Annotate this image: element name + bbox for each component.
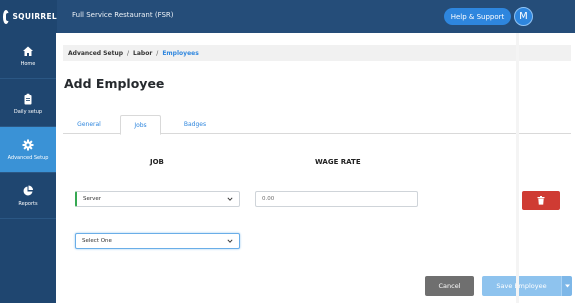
caret-down-icon — [564, 284, 570, 288]
breadcrumb-labor[interactable]: Labor — [133, 50, 152, 57]
brand-logo[interactable]: SQUIRREL — [0, 0, 57, 33]
wage-rate-column-header: WAGE RATE — [315, 158, 361, 166]
new-job-select[interactable]: Select One — [75, 233, 240, 249]
pie-chart-icon — [23, 185, 33, 195]
job-select[interactable]: Server — [75, 191, 240, 207]
tab-badges[interactable]: Badges — [175, 115, 215, 134]
cancel-button[interactable]: Cancel — [425, 276, 474, 296]
new-job-select-value: Select One — [82, 238, 112, 244]
chevron-down-icon — [227, 239, 233, 243]
save-employee-button[interactable]: Save Employee — [482, 276, 561, 296]
breadcrumb-advanced-setup[interactable]: Advanced Setup — [68, 50, 123, 57]
clipboard-icon — [24, 93, 32, 104]
gear-icon — [22, 139, 34, 150]
breadcrumb-separator: / — [156, 49, 159, 57]
brand-name: SQUIRREL — [12, 12, 57, 21]
sidebar-item-label: Daily setup — [13, 108, 43, 115]
tab-bar: General Jobs Badges — [63, 115, 571, 135]
job-select-value: Server — [83, 196, 102, 202]
home-icon — [23, 46, 33, 56]
sidebar-item-label: Advanced Setup — [7, 154, 49, 161]
main-content: Advanced Setup / Labor / Employees Add E… — [56, 33, 575, 303]
scrollbar-track[interactable] — [516, 33, 519, 303]
squirrel-logo-icon — [3, 9, 11, 24]
help-support-button[interactable]: Help & Support — [444, 8, 511, 25]
chevron-down-icon — [227, 197, 233, 201]
sidebar-item-home[interactable]: Home — [0, 33, 56, 79]
wage-rate-input[interactable]: 0.00 — [255, 191, 418, 207]
tab-jobs[interactable]: Jobs — [120, 115, 161, 135]
delete-job-button[interactable] — [522, 191, 560, 210]
user-avatar[interactable]: M — [514, 7, 533, 26]
sidebar-item-reports[interactable]: Reports — [0, 173, 56, 219]
breadcrumb-employees: Employees — [162, 49, 199, 57]
breadcrumb: Advanced Setup / Labor / Employees — [63, 45, 571, 61]
sidebar-item-label: Home — [20, 60, 36, 67]
tab-general[interactable]: General — [73, 115, 105, 134]
sidebar-item-daily-setup[interactable]: Daily setup — [0, 81, 56, 127]
save-options-dropdown[interactable] — [561, 276, 572, 296]
app-title: Full Service Restaurant (FSR) — [72, 11, 174, 19]
sidebar-item-label: Reports — [18, 200, 38, 207]
top-bar: SQUIRREL Full Service Restaurant (FSR) H… — [0, 0, 575, 33]
breadcrumb-separator: / — [127, 49, 130, 57]
page-title: Add Employee — [64, 76, 165, 91]
job-column-header: JOB — [150, 158, 164, 166]
sidebar: Home Daily setup Advanced Setup Reports — [0, 33, 56, 303]
trash-icon — [537, 196, 545, 205]
sidebar-item-advanced-setup[interactable]: Advanced Setup — [0, 127, 56, 173]
